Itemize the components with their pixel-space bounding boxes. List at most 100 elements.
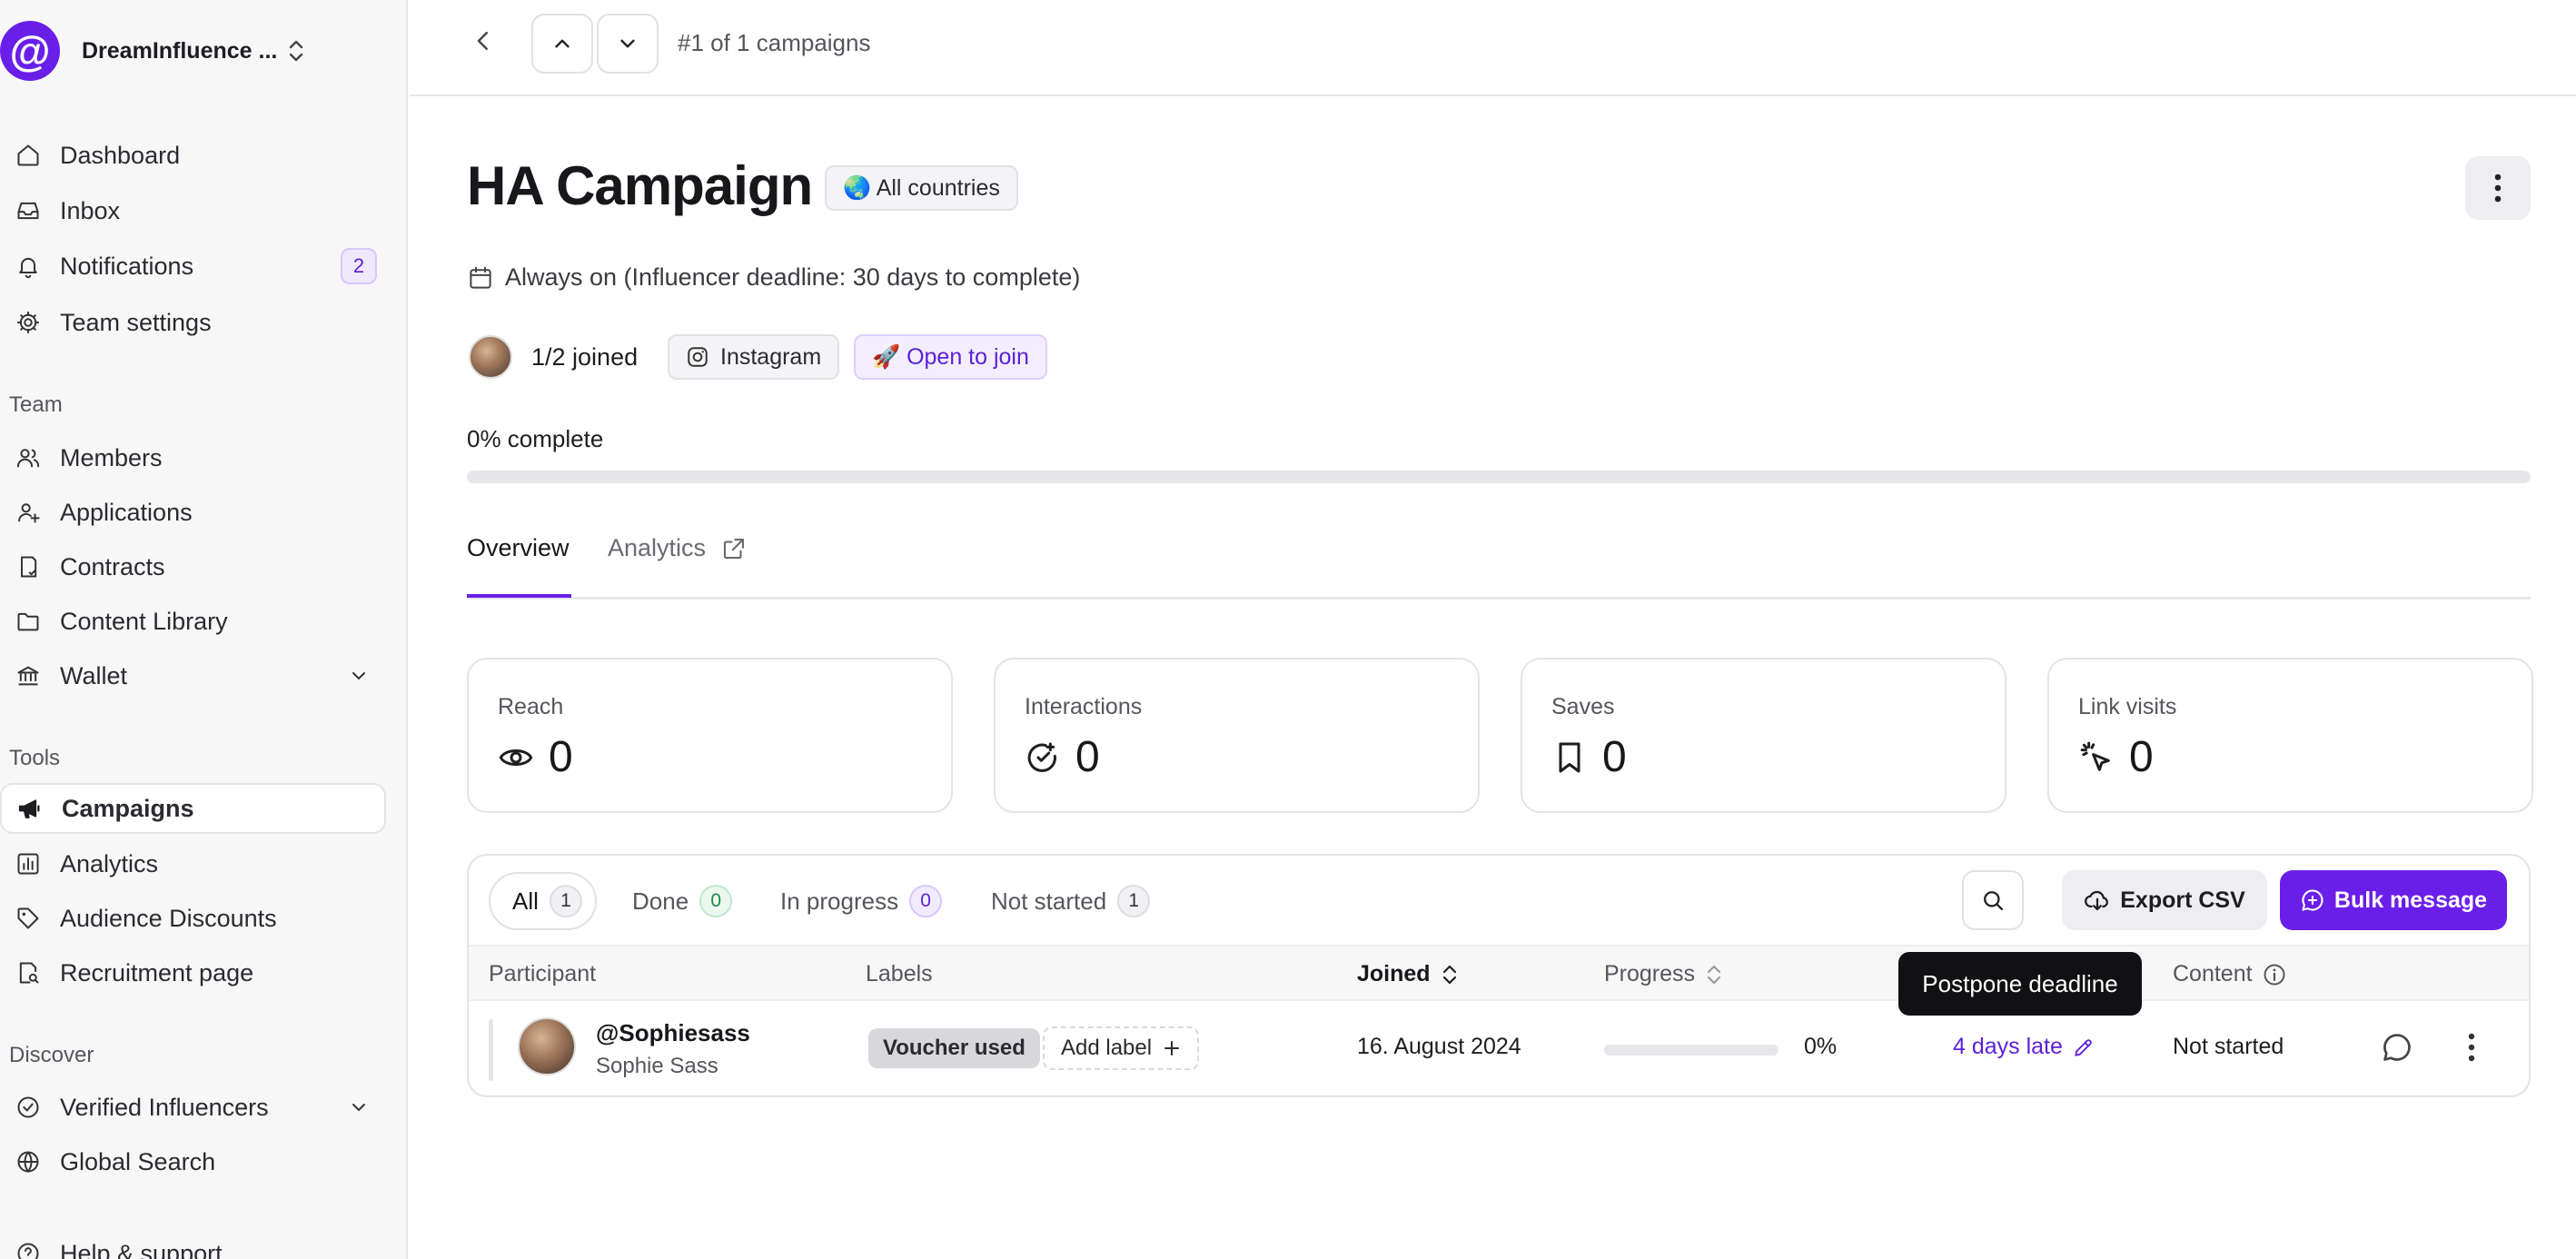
- megaphone-icon: [16, 795, 44, 822]
- participant-progress-bar: [1604, 1045, 1778, 1056]
- sidebar-item-label: Notifications: [60, 252, 194, 280]
- platform-label: Instagram: [720, 343, 822, 370]
- filter-all[interactable]: All 1: [489, 872, 597, 930]
- tab-analytics[interactable]: Analytics: [608, 534, 748, 562]
- stat-label: Link visits: [2078, 694, 2177, 719]
- participant-name: Sophie Sass: [596, 1054, 718, 1078]
- previous-campaign-button[interactable]: [531, 14, 593, 74]
- joined-count: 1/2 joined: [531, 343, 639, 371]
- globe-icon: [15, 1148, 42, 1175]
- sidebar-item-applications[interactable]: Applications: [0, 487, 386, 538]
- stat-value: 0: [549, 733, 573, 781]
- instagram-icon: [688, 347, 708, 367]
- deadline-status-text: 4 days late: [1953, 1034, 2063, 1059]
- sidebar-item-wallet[interactable]: Wallet: [0, 650, 386, 701]
- export-csv-label: Export CSV: [2120, 887, 2245, 913]
- sidebar-item-contracts[interactable]: Contracts: [0, 541, 386, 592]
- filter-in-progress[interactable]: In progress 0: [780, 872, 943, 930]
- sort-icon: [1707, 965, 1721, 984]
- stat-card-link-visits: Link visits 0: [2047, 658, 2533, 813]
- sort-icon: [1442, 965, 1456, 984]
- sidebar-item-members[interactable]: Members: [0, 432, 386, 483]
- filter-label: All: [512, 887, 539, 915]
- filter-done[interactable]: Done 0: [632, 872, 733, 930]
- filter-count: 0: [699, 885, 733, 917]
- sidebar-item-label: Verified Influencers: [60, 1093, 269, 1121]
- stat-label: Interactions: [1025, 694, 1143, 719]
- tab-overview[interactable]: Overview: [467, 534, 570, 562]
- info-icon[interactable]: [2262, 962, 2287, 987]
- join-status-chip: 🚀 Open to join: [854, 334, 1047, 380]
- schedule-text: Always on (Influencer deadline: 30 days …: [505, 263, 1081, 291]
- export-csv-button[interactable]: Export CSV: [2062, 870, 2267, 930]
- workspace-logo: @: [0, 21, 60, 81]
- stat-card-reach: Reach 0: [467, 658, 953, 813]
- sidebar-item-analytics[interactable]: Analytics: [0, 838, 386, 889]
- help-icon: [15, 1240, 42, 1259]
- column-header-participant: Participant: [489, 961, 597, 986]
- column-header-progress[interactable]: Progress: [1604, 961, 1724, 987]
- back-button[interactable]: [470, 27, 497, 55]
- filter-label: Done: [632, 887, 689, 915]
- participant-label[interactable]: Voucher used: [868, 1028, 1040, 1068]
- search-button[interactable]: [1962, 870, 2024, 930]
- completion-text: 0% complete: [467, 425, 604, 452]
- participants-table-card: All 1 Done 0 In progress 0 Not started 1…: [467, 854, 2531, 1097]
- stat-value: 0: [2129, 733, 2154, 781]
- sidebar-item-campaigns[interactable]: Campaigns: [0, 783, 386, 834]
- filter-label: In progress: [780, 887, 899, 915]
- cloud-download-icon: [2085, 890, 2109, 911]
- users-icon: [15, 444, 42, 471]
- sidebar-item-global-search[interactable]: Global Search: [0, 1136, 386, 1187]
- sidebar-item-recruitment-page[interactable]: Recruitment page: [0, 947, 386, 998]
- chat-bubble-icon: [2383, 1034, 2411, 1061]
- sidebar-item-label: Content Library: [60, 607, 228, 635]
- sidebar-item-dashboard[interactable]: Dashboard: [0, 130, 386, 181]
- status-filter-bar: All 1 Done 0 In progress 0 Not started 1…: [469, 856, 2529, 947]
- gear-icon: [15, 309, 42, 336]
- sidebar-item-inbox[interactable]: Inbox: [0, 185, 386, 236]
- sidebar-item-notifications[interactable]: Notifications 2: [0, 241, 386, 292]
- deadline-status-button[interactable]: 4 days late: [1953, 1034, 2095, 1060]
- column-header-content-label: Content: [2173, 961, 2253, 986]
- home-icon: [15, 142, 42, 169]
- sidebar-item-audience-discounts[interactable]: Audience Discounts: [0, 893, 386, 944]
- column-header-joined[interactable]: Joined: [1357, 961, 1460, 987]
- inbox-icon: [15, 197, 42, 224]
- chevron-down-icon[interactable]: [348, 665, 370, 687]
- workspace-switcher[interactable]: @ DreamInfluence ...: [0, 18, 304, 84]
- stat-value: 0: [1075, 733, 1100, 781]
- sidebar-item-label: Applications: [60, 498, 193, 526]
- chevron-down-icon: [620, 39, 635, 48]
- sidebar-item-content-library[interactable]: Content Library: [0, 596, 386, 647]
- active-tab-indicator: [467, 594, 571, 598]
- sidebar-item-team-settings[interactable]: Team settings: [0, 297, 386, 348]
- add-label-text: Add label: [1061, 1036, 1153, 1060]
- plus-icon: [1164, 1041, 1180, 1056]
- sidebar-item-help-support[interactable]: Help & support: [0, 1228, 386, 1259]
- bulk-message-button[interactable]: Bulk message: [2280, 870, 2507, 930]
- stat-card-saves: Saves 0: [1521, 658, 2006, 813]
- postpone-deadline-tooltip: Postpone deadline: [1898, 952, 2142, 1016]
- section-label-tools: Tools: [9, 746, 61, 770]
- sidebar-item-label: Recruitment page: [60, 958, 254, 986]
- interactions-icon: [1025, 739, 1061, 776]
- row-drag-handle[interactable]: [489, 1019, 493, 1081]
- add-label-button[interactable]: Add label: [1043, 1026, 1200, 1070]
- next-campaign-button[interactable]: [597, 14, 659, 74]
- sidebar: @ DreamInfluence ... Dashboard Inbox Not…: [0, 0, 408, 1259]
- filter-not-started[interactable]: Not started 1: [991, 872, 1151, 930]
- table-row[interactable]: @Sophiesass Sophie Sass Voucher used Add…: [469, 1001, 2529, 1095]
- message-button[interactable]: [2380, 1030, 2414, 1065]
- participant-handle[interactable]: @Sophiesass: [596, 1019, 750, 1047]
- external-link-icon: [723, 538, 745, 559]
- completion-progress-bar: [467, 471, 2531, 483]
- sidebar-item-verified-influencers[interactable]: Verified Influencers: [0, 1082, 386, 1133]
- sidebar-item-label: Dashboard: [60, 141, 181, 169]
- column-header-content: Content: [2173, 961, 2287, 987]
- campaign-options-button[interactable]: [2465, 156, 2531, 220]
- chevron-down-icon[interactable]: [348, 1096, 370, 1118]
- chevron-up-down-icon: [288, 37, 304, 64]
- row-options-button[interactable]: [2467, 1032, 2476, 1063]
- stat-label: Saves: [1551, 694, 1615, 719]
